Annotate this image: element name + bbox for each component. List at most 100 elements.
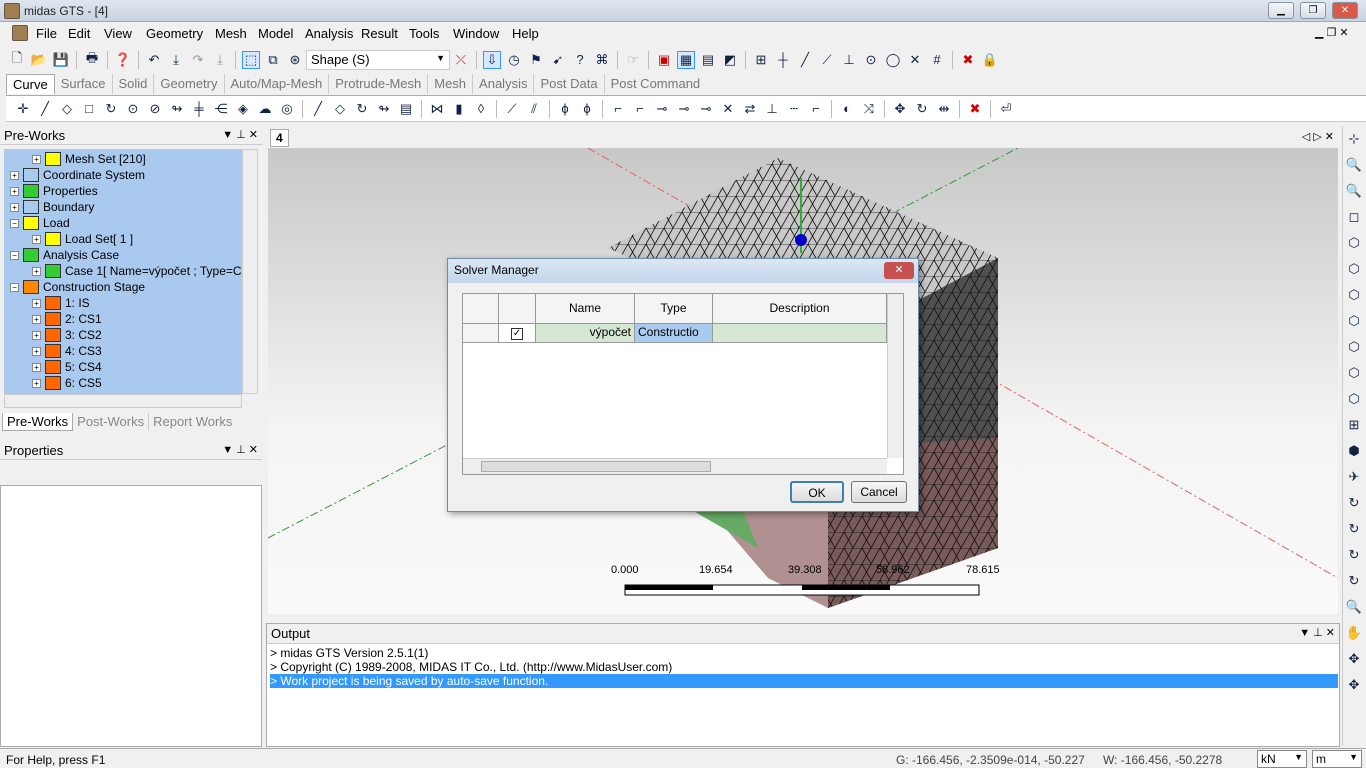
minimize-button[interactable]: ▁ — [1268, 2, 1294, 19]
undo-icon[interactable]: ↶ — [145, 51, 163, 69]
menu-help[interactable]: Help — [512, 26, 539, 41]
close-button[interactable]: ✕ — [1332, 2, 1358, 19]
expand-icon[interactable]: + — [32, 346, 41, 356]
expand-icon[interactable]: + — [10, 170, 19, 180]
view-tool-icon[interactable]: ⬡ — [1345, 390, 1363, 408]
menu-edit[interactable]: Edit — [68, 26, 90, 41]
view-tool-icon[interactable]: ◻ — [1345, 208, 1363, 226]
collapse-icon[interactable]: − — [10, 218, 19, 228]
curve-tool-icon[interactable]: ┄ — [785, 100, 803, 118]
curve-tool-icon[interactable]: ⌐ — [807, 100, 825, 118]
tree-item[interactable]: + Load Set[ 1 ] — [32, 231, 133, 247]
snap-point-icon[interactable]: ┼ — [774, 51, 792, 69]
menu-mesh[interactable]: Mesh — [215, 26, 247, 41]
mdi-controls[interactable]: ▁ ❐ ✕ — [1315, 26, 1349, 39]
curve-tool-icon[interactable]: ⌐ — [609, 100, 627, 118]
curve-tool-icon[interactable]: ╱ — [36, 100, 54, 118]
tree-item[interactable]: +1: IS — [32, 295, 90, 311]
view-tool-icon[interactable]: ✥ — [1345, 650, 1363, 668]
curve-tool-icon[interactable]: ⋈ — [428, 100, 446, 118]
pick-icon[interactable]: ⇩ — [483, 50, 501, 69]
tree-item[interactable]: +3: CS2 — [32, 327, 102, 343]
save-icon[interactable]: 💾 — [52, 51, 70, 69]
collapse-icon[interactable]: − — [10, 282, 19, 292]
curve-tool-icon[interactable]: ⇄ — [741, 100, 759, 118]
curve-tool-icon[interactable]: ◎ — [278, 100, 296, 118]
checkbox-checked[interactable]: ✓ — [511, 328, 523, 340]
curve-tool-icon[interactable]: ◇ — [331, 100, 349, 118]
view-tool-icon[interactable]: ↻ — [1345, 494, 1363, 512]
output-line-selected[interactable]: > Work project is being saved by auto-sa… — [270, 674, 1338, 688]
tab-analysis[interactable]: Analysis — [473, 74, 535, 94]
menu-geometry[interactable]: Geometry — [146, 26, 203, 41]
curve-tool-icon[interactable]: ✥ — [891, 100, 909, 118]
cell-type[interactable]: Constructio — [635, 324, 713, 343]
curve-tool-icon[interactable]: ▮ — [450, 100, 468, 118]
redo-list-icon[interactable]: ⤓ — [211, 51, 229, 69]
view-tool-icon[interactable]: ⊞ — [1345, 416, 1363, 434]
view-tool-icon[interactable]: 🔍 — [1345, 182, 1363, 200]
curve-tool-icon[interactable]: ✕ — [719, 100, 737, 118]
snap-off-icon[interactable]: ✖ — [959, 51, 977, 69]
display-icon[interactable]: ▣ — [655, 51, 673, 69]
menu-view[interactable]: View — [104, 26, 132, 41]
query-icon[interactable]: ◷ — [505, 51, 523, 69]
curve-tool-icon[interactable]: □ — [80, 100, 98, 118]
curve-tool-icon[interactable]: ⊥ — [763, 100, 781, 118]
view-tool-icon[interactable]: ⬡ — [1345, 286, 1363, 304]
binoculars-icon[interactable]: ⌘ — [593, 51, 611, 69]
menu-model[interactable]: Model — [258, 26, 293, 41]
deselect-icon[interactable]: ⤫ — [452, 51, 470, 69]
curve-tool-icon[interactable]: ↬ — [375, 100, 393, 118]
snap-circle-icon[interactable]: ◯ — [884, 51, 902, 69]
tab-report-works[interactable]: Report Works — [149, 413, 236, 431]
curve-tool-icon[interactable]: ⟋ — [503, 100, 521, 118]
grid-icon[interactable]: ▦ — [677, 50, 695, 69]
tab-post-data[interactable]: Post Data — [534, 74, 605, 94]
tree-item[interactable]: +2: CS1 — [32, 311, 102, 327]
curve-tool-icon[interactable]: ◈ — [234, 100, 252, 118]
length-unit-select[interactable]: m ▼ — [1312, 750, 1362, 768]
menu-analysis[interactable]: Analysis — [305, 26, 353, 41]
lock-icon[interactable]: 🔒 — [981, 51, 999, 69]
view-tool-icon[interactable]: ⊹ — [1345, 130, 1363, 148]
expand-icon[interactable]: + — [32, 330, 41, 340]
view-tool-icon[interactable]: ⬡ — [1345, 364, 1363, 382]
view-tool-icon[interactable]: 🔍 — [1345, 598, 1363, 616]
select-window-icon[interactable]: ⧉ — [264, 51, 282, 69]
works-tree[interactable]: + Mesh Set [210] + Coordinate System + Proper… — [4, 149, 242, 394]
menu-window[interactable]: Window — [453, 26, 499, 41]
view-tool-icon[interactable]: ⬢ — [1345, 442, 1363, 460]
tree-item[interactable]: + Properties — [10, 183, 98, 199]
tree-item[interactable]: + Mesh Set [210] — [32, 151, 146, 167]
expand-icon[interactable]: + — [32, 378, 41, 388]
curve-tool-icon[interactable]: ╱ — [309, 100, 327, 118]
expand-icon[interactable]: + — [32, 298, 41, 308]
curve-tool-icon[interactable]: ◇ — [58, 100, 76, 118]
restore-button[interactable]: ❐ — [1300, 2, 1326, 19]
tab-protrude-mesh[interactable]: Protrude-Mesh — [329, 74, 429, 94]
tree-item[interactable]: − Analysis Case — [10, 247, 119, 263]
col-header-name[interactable]: Name — [536, 294, 635, 324]
expand-icon[interactable]: + — [10, 202, 19, 212]
view-tool-icon[interactable]: ⬡ — [1345, 338, 1363, 356]
view-tool-icon[interactable]: ↻ — [1345, 572, 1363, 590]
force-unit-select[interactable]: kN ▼ — [1257, 750, 1307, 768]
flag-icon[interactable]: ⚑ — [527, 51, 545, 69]
curve-tool-icon[interactable]: ⇹ — [935, 100, 953, 118]
curve-tool-icon[interactable]: ϕ — [556, 100, 574, 118]
snap-perpendicular-icon[interactable]: ⊥ — [840, 51, 858, 69]
curve-tool-icon[interactable]: ⫽ — [525, 100, 543, 118]
curve-tool-icon[interactable]: ⊸ — [653, 100, 671, 118]
tab-post-command[interactable]: Post Command — [605, 74, 707, 94]
curve-tool-icon[interactable]: ↻ — [102, 100, 120, 118]
snap-end-icon[interactable]: ⟋ — [818, 51, 836, 69]
curve-tool-icon[interactable]: ⊸ — [697, 100, 715, 118]
curve-tool-icon[interactable]: ⊘ — [146, 100, 164, 118]
view-tool-icon[interactable]: ✋ — [1345, 624, 1363, 642]
col-header-type[interactable]: Type — [635, 294, 713, 324]
print-icon[interactable]: 🖶 — [83, 50, 101, 69]
view-tool-icon[interactable]: ⬡ — [1345, 260, 1363, 278]
view-tool-icon[interactable]: ⬡ — [1345, 234, 1363, 252]
curve-tool-icon[interactable]: ϕ — [578, 100, 596, 118]
